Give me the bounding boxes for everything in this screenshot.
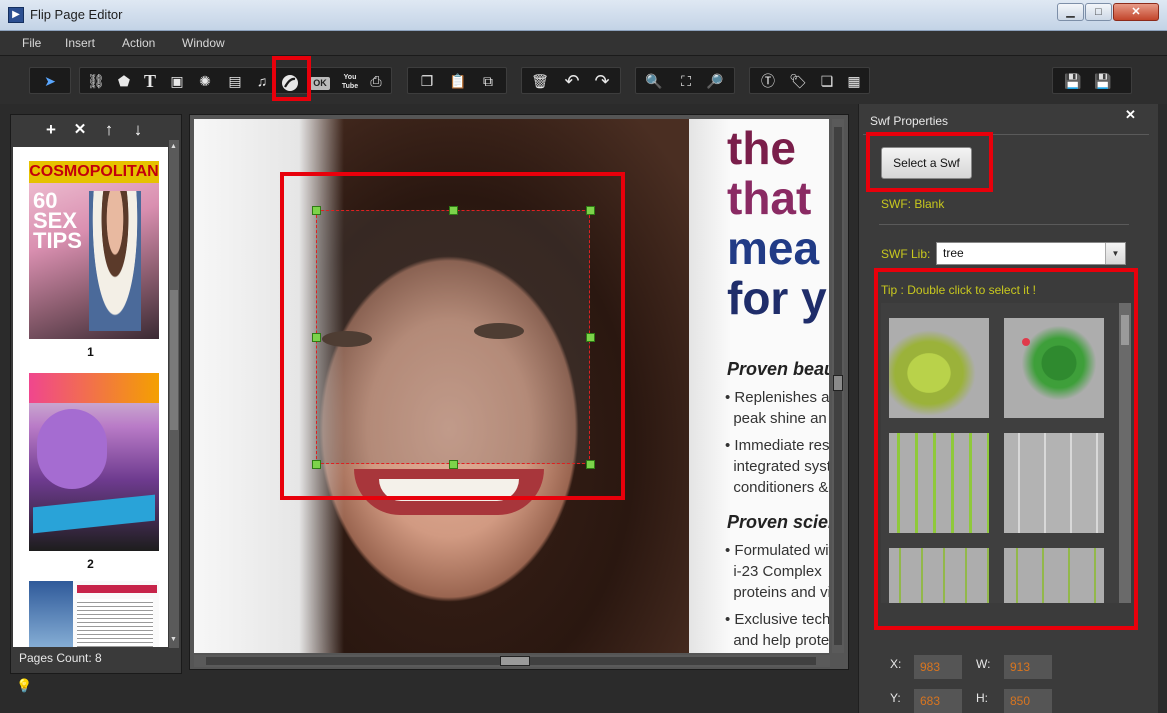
- move-page-up-button[interactable]: ↑: [98, 119, 120, 141]
- toolbar-group-insert: ⛓ ⬟ T ▣ ✺ ▤ ♫ OK You Tube ⎙: [79, 67, 392, 94]
- section-bullets-2: • Formulated wit i-23 Complex proteins a…: [725, 542, 829, 649]
- youtube-icon[interactable]: You Tube: [338, 70, 362, 92]
- selection-highlight: [280, 172, 625, 500]
- toolbar-group-misc: Ⓣ 🏷 ❏ ▦: [749, 67, 870, 94]
- headline-word-2: that: [727, 172, 812, 224]
- page-number-2: 2: [87, 557, 94, 571]
- tag-icon[interactable]: 🏷: [786, 70, 810, 92]
- zoom-out-icon[interactable]: 🔍: [642, 70, 666, 92]
- menu-action[interactable]: Action: [122, 36, 155, 50]
- title-bar: ▶ Flip Page Editor ▁ □ ✕: [0, 0, 1167, 31]
- save-as-icon[interactable]: 💾: [1091, 70, 1115, 92]
- x-label: X:: [890, 657, 902, 671]
- lightbulb-icon[interactable]: 💡: [16, 678, 32, 694]
- y-field[interactable]: 683: [914, 689, 962, 713]
- h-label: H:: [976, 691, 988, 705]
- pages-scrollbar[interactable]: ▲ ▼: [169, 140, 179, 648]
- undo-icon[interactable]: ↶: [560, 70, 584, 92]
- swf-properties-panel: Swf Properties ✕ Select a Swf SWF: Blank…: [858, 104, 1158, 713]
- layers-icon[interactable]: ❏: [815, 70, 839, 92]
- zoom-in-icon[interactable]: 🔎: [703, 70, 727, 92]
- panel-close-icon[interactable]: ✕: [1125, 107, 1136, 123]
- magazine-text-page: the that mea for y Proven beau • Repleni…: [689, 119, 829, 653]
- headline-word-4: for y: [727, 272, 827, 324]
- menu-bar: File Insert Action Window: [0, 31, 1167, 56]
- window-title: Flip Page Editor: [30, 7, 123, 22]
- toolbar-group-edit: 🗑 ↶ ↷: [521, 67, 621, 94]
- print-icon[interactable]: ⎙: [364, 70, 388, 92]
- toolbar-group-zoom: 🔍 ⛶ 🔎: [635, 67, 735, 94]
- pages-count: Pages Count: 8: [19, 651, 102, 665]
- delete-page-button[interactable]: ✕: [69, 119, 91, 141]
- shape-icon[interactable]: ⬟: [112, 70, 136, 92]
- swf-library-highlight: [874, 268, 1138, 630]
- delete-icon[interactable]: 🗑: [528, 70, 552, 92]
- text-box-icon[interactable]: Ⓣ: [756, 70, 780, 92]
- canvas-horizontal-scrollbar[interactable]: [194, 655, 830, 667]
- copy-icon[interactable]: ❐: [415, 70, 439, 92]
- h-field[interactable]: 850: [1004, 689, 1052, 713]
- swf-lib-label: SWF Lib:: [881, 247, 931, 261]
- menu-window[interactable]: Window: [182, 36, 225, 50]
- close-button[interactable]: ✕: [1113, 3, 1159, 21]
- section-title-2: Proven scien: [727, 512, 829, 532]
- page-thumbnail-2[interactable]: [29, 373, 159, 551]
- flash-icon[interactable]: ✺: [193, 70, 217, 92]
- select-swf-highlight: [866, 132, 993, 192]
- panel-title: Swf Properties: [870, 114, 949, 128]
- video-icon[interactable]: ▤: [223, 70, 247, 92]
- w-label: W:: [976, 657, 991, 671]
- audio-icon[interactable]: ♫: [250, 70, 274, 92]
- maximize-button[interactable]: □: [1085, 3, 1112, 21]
- toolbar: ➤ ⛓ ⬟ T ▣ ✺ ▤ ♫ OK You Tube ⎙ ❐ 📋 ⧉ 🗑 ↶ …: [0, 56, 1167, 104]
- text-icon[interactable]: T: [138, 70, 162, 92]
- duplicate-icon[interactable]: ⧉: [476, 70, 500, 92]
- link-icon[interactable]: ⛓: [84, 70, 108, 92]
- swf-lib-select[interactable]: tree ▼: [936, 242, 1126, 265]
- menu-insert[interactable]: Insert: [65, 36, 95, 50]
- headline-word-1: the: [727, 122, 796, 174]
- menu-file[interactable]: File: [22, 36, 41, 50]
- w-field[interactable]: 913: [1004, 655, 1052, 679]
- save-icon[interactable]: 💾: [1061, 70, 1085, 92]
- page-thumbnail-3[interactable]: [29, 581, 159, 647]
- swf-status: SWF: Blank: [881, 197, 945, 211]
- move-page-down-button[interactable]: ↓: [127, 119, 149, 141]
- page-number-1: 1: [87, 345, 94, 359]
- pages-panel: + ✕ ↑ ↓ COSMOPOLITAN 60 SEX TIPS 1 2 ▲ ▼ P…: [10, 114, 182, 674]
- y-label: Y:: [890, 691, 901, 705]
- x-field[interactable]: 983: [914, 655, 962, 679]
- chevron-down-icon[interactable]: ▼: [1105, 243, 1125, 264]
- fit-page-icon[interactable]: ⛶: [674, 70, 698, 92]
- page-thumbnails: COSMOPOLITAN 60 SEX TIPS 1 2: [13, 147, 168, 647]
- toolbar-group-save: 💾 💾: [1052, 67, 1132, 94]
- section-title-1: Proven beau: [727, 359, 829, 379]
- paste-icon[interactable]: 📋: [446, 70, 470, 92]
- toolbar-group-select: ➤: [29, 67, 71, 94]
- select-tool-icon[interactable]: ➤: [38, 70, 62, 92]
- grid-icon[interactable]: ▦: [842, 70, 866, 92]
- swf-tool-highlight: [272, 56, 311, 101]
- image-icon[interactable]: ▣: [165, 70, 189, 92]
- minimize-button[interactable]: ▁: [1057, 3, 1084, 21]
- page-thumbnail-1[interactable]: COSMOPOLITAN 60 SEX TIPS: [29, 161, 159, 339]
- add-page-button[interactable]: +: [40, 119, 62, 141]
- section-bullets-1: • Replenishes ar peak shine an • Immedia…: [725, 389, 829, 496]
- toolbar-group-clipboard: ❐ 📋 ⧉: [407, 67, 507, 94]
- redo-icon[interactable]: ↷: [590, 70, 614, 92]
- canvas-vertical-scrollbar[interactable]: [832, 119, 844, 653]
- app-icon: ▶: [8, 7, 24, 23]
- headline-word-3: mea: [727, 222, 820, 274]
